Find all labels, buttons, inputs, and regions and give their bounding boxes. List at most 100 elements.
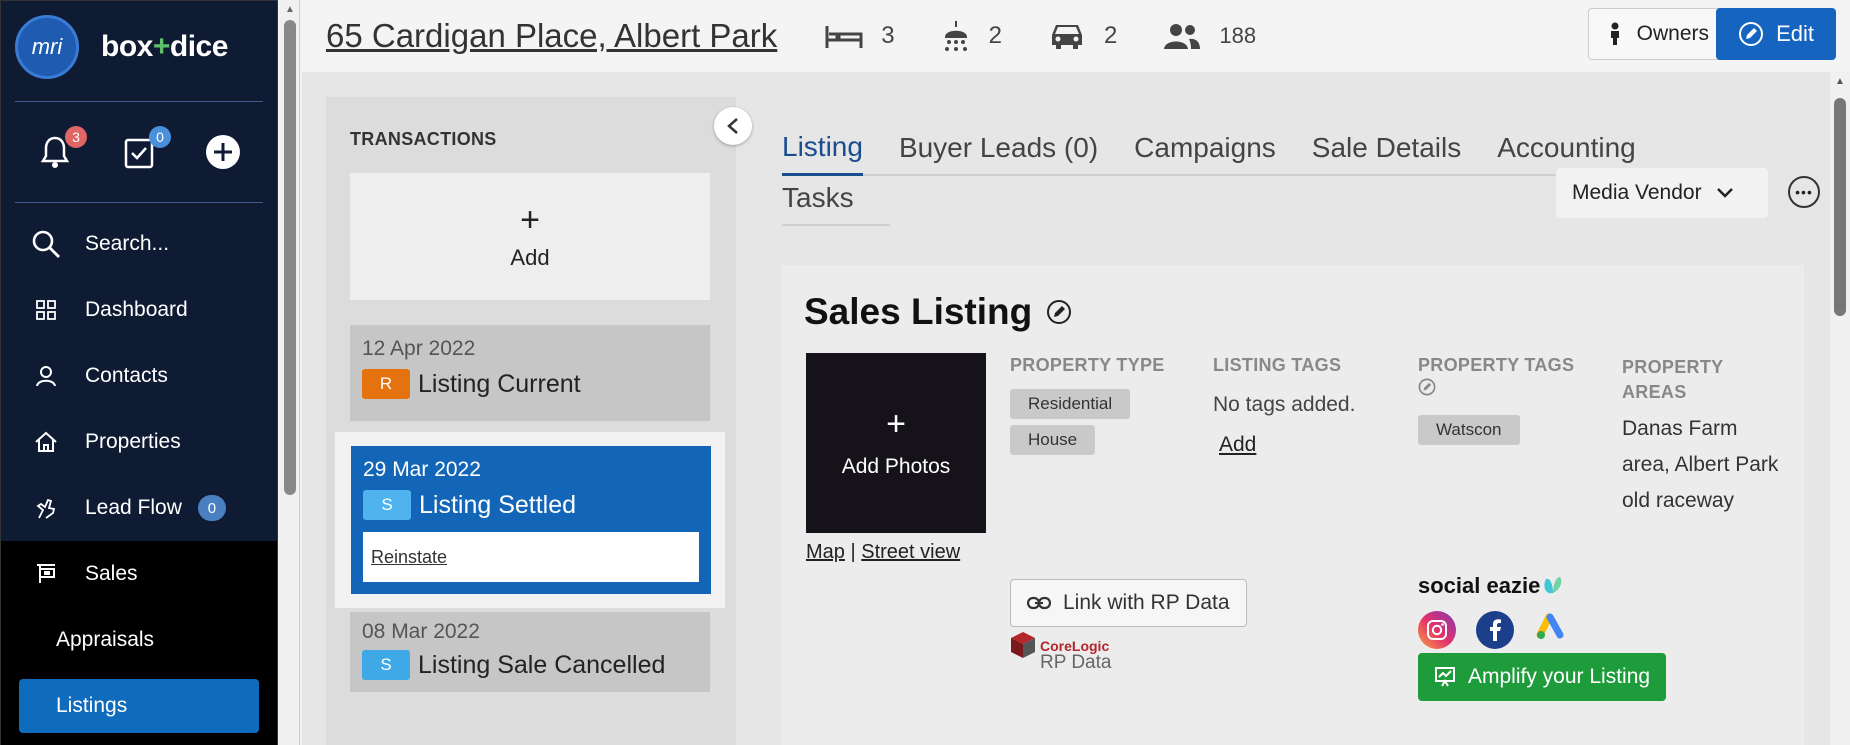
person-icon [29,359,63,393]
chevron-left-icon [727,118,738,134]
no-tags-text: No tags added. [1213,393,1356,416]
collapse-panel-button[interactable] [714,107,752,145]
add-transaction-label: Add [510,244,550,270]
scrollbar-thumb[interactable] [1834,98,1846,316]
brand-left: box [101,30,153,63]
sales-sign-icon [29,557,63,591]
google-ads-icon[interactable] [1534,611,1572,649]
edit-circle-icon[interactable] [1046,299,1072,325]
sidebar-item-label: Listings [56,694,128,717]
street-view-link[interactable]: Street view [861,541,960,563]
transaction-card[interactable]: 08 Mar 2022 S Listing Sale Cancelled [350,612,710,692]
property-tag-chip: Watscon [1418,415,1520,445]
property-type-chip: Residential [1010,389,1131,419]
contacts-stat: 188 [1163,22,1256,50]
transaction-date: 29 Mar 2022 [363,458,481,481]
transaction-type-badge: S [362,650,410,680]
scroll-up-arrow-icon[interactable]: ▲ [1835,76,1845,87]
transaction-status: S Listing Settled [363,490,699,520]
facebook-icon[interactable] [1476,611,1514,649]
listing-tabs: Listing Buyer Leads (0) Campaigns Sale D… [782,92,1737,176]
divider [15,202,263,203]
add-transaction-button[interactable]: + Add [350,173,710,300]
transaction-status-label: Listing Settled [419,490,577,519]
more-options-button[interactable]: ••• [1788,176,1820,208]
sidebar-item-contacts[interactable]: Contacts [1,343,277,409]
tab-listing[interactable]: Listing [782,131,863,176]
sales-listing-title: Sales Listing [804,291,1072,333]
owners-button[interactable]: Owners [1587,8,1730,60]
reinstate-link[interactable]: Reinstate [371,547,447,568]
listing-tags-heading: LISTING TAGS [1213,355,1342,375]
scroll-up-arrow-icon[interactable]: ▲ [285,4,295,15]
main-content: TRANSACTIONS + Add 12 Apr 2022 R Listing… [302,72,1850,745]
sidebar-scrollbar[interactable]: ▲ [280,0,300,745]
map-link[interactable]: Map [806,541,845,563]
add-photos-label: Add Photos [841,455,951,478]
listings-wrap: Listings [1,673,277,745]
search-icon [29,227,63,261]
transactions-panel: TRANSACTIONS + Add 12 Apr 2022 R Listing… [326,97,736,745]
edit-circle-icon[interactable] [1418,378,1436,396]
tab-tasks[interactable]: Tasks [782,182,890,226]
instagram-icon[interactable] [1418,611,1456,649]
transaction-status-label: Listing Current [418,369,581,398]
content-scrollbar[interactable]: ▲ [1830,72,1850,745]
lead-flow-badge: 0 [197,495,226,521]
map-links: Map | Street view [806,541,960,564]
social-eazie-logo: social eazie [1418,573,1566,599]
sidebar-item-search[interactable]: Search... [1,211,277,277]
presentation-icon [1434,666,1456,688]
transaction-card-selected[interactable]: 29 Mar 2022 S Listing Settled Reinstate [351,446,711,594]
scrollbar-thumb[interactable] [284,20,296,495]
mri-logo-text: mri [31,34,63,59]
sidebar-item-label: Properties [85,430,181,453]
add-new-button[interactable] [201,130,245,174]
tab-buyer-leads[interactable]: Buyer Leads (0) [899,132,1098,174]
brand-right: dice [169,30,229,63]
tab-sale-details[interactable]: Sale Details [1312,132,1461,174]
notifications-button[interactable]: 3 [33,126,87,174]
sidebar-item-sales[interactable]: Sales [1,541,277,607]
social-icons [1418,611,1592,649]
transaction-card-selected-wrap: 29 Mar 2022 S Listing Settled Reinstate [334,431,726,609]
sidebar-item-properties[interactable]: Properties [1,409,277,475]
sidebar-item-label: Lead Flow [85,496,182,519]
transaction-date: 12 Apr 2022 [362,337,476,360]
link-icon [1027,596,1051,610]
property-address-link[interactable]: 65 Cardigan Place, Albert Park [326,17,777,55]
corelogic-logo: CoreLogic RP Data [1010,631,1111,673]
tab-campaigns[interactable]: Campaigns [1134,132,1276,174]
sidebar: mri box+dice 3 0 Search... Dashboard Con… [0,0,278,745]
edit-button[interactable]: Edit [1716,8,1836,60]
property-areas-heading: PROPERTY AREAS [1622,357,1724,402]
link-rp-data-button[interactable]: Link with RP Data [1010,579,1247,627]
sidebar-item-lead-flow[interactable]: Lead Flow 0 [1,475,277,541]
sales-listing-card: Sales Listing + Add Photos Map | Street … [782,265,1804,745]
mri-logo[interactable]: mri [15,15,79,79]
add-tag-link[interactable]: Add [1219,433,1256,457]
media-vendor-dropdown[interactable]: Media Vendor [1556,168,1768,218]
brand-logo: box+dice [101,30,228,64]
sidebar-item-dashboard[interactable]: Dashboard [1,277,277,343]
corelogic-rp-data: RP Data [1040,652,1112,673]
property-type-chips: Residential House [1010,389,1160,461]
bedrooms-stat: 3 [825,22,895,50]
people-icon [1163,22,1201,50]
corelogic-text: CoreLogic RP Data [1036,631,1111,673]
sidebar-item-label: Dashboard [85,298,188,321]
transaction-card[interactable]: 12 Apr 2022 R Listing Current [350,325,710,421]
tasks-button[interactable]: 0 [117,126,171,174]
plus-circle-icon [206,135,240,169]
shower-icon [941,19,971,53]
contacts-count: 188 [1219,23,1257,48]
sidebar-item-listings[interactable]: Listings [19,679,259,733]
sidebar-item-label: Search... [85,232,170,255]
sidebar-item-appraisals[interactable]: Appraisals [1,607,277,673]
add-photos-button[interactable]: + Add Photos [806,353,986,533]
bathrooms-stat: 2 [941,19,1002,53]
amplify-listing-button[interactable]: Amplify your Listing [1418,653,1667,701]
bedrooms-count: 3 [881,22,895,49]
reinstate-box: Reinstate [363,532,699,582]
carspaces-count: 2 [1103,22,1118,49]
